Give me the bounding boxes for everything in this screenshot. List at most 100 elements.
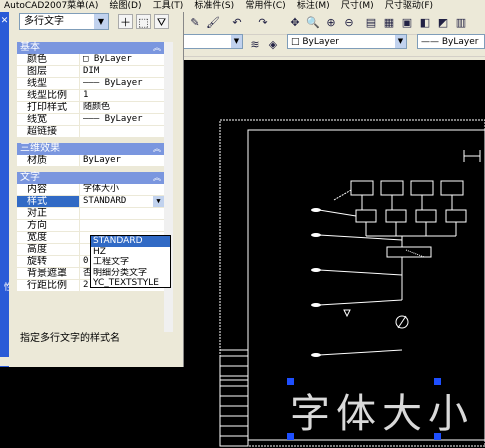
property-row-style[interactable]: 样式 STANDARD ▼ xyxy=(17,196,164,208)
menu-draw[interactable]: 绘图(D) xyxy=(106,0,146,12)
chevron-down-icon: ▼ xyxy=(395,35,406,48)
section-text-title: 文字 xyxy=(20,172,40,183)
redo-icon[interactable]: ↷ xyxy=(255,15,271,31)
dropdown-option[interactable]: STANDARD xyxy=(91,236,170,247)
property-key: 线宽 xyxy=(17,114,79,125)
menu-dimension-driven[interactable]: 尺寸驱动(F) xyxy=(381,0,437,12)
toggle-pickadd-icon[interactable]: ＋ xyxy=(118,14,133,29)
property-value: ——— ByLayer xyxy=(79,114,164,125)
property-value xyxy=(79,126,164,137)
toolbar-row-standard: ✎ 🖌 ↶ ↷ ✥ 🔍 ⊕ ⊖ ▤ ▦ ▣ ◧ ◩ ▥ xyxy=(183,12,485,35)
palette-options-icon[interactable] xyxy=(0,357,9,366)
chevron-down-icon: ▼ xyxy=(231,35,242,48)
menu-dimension[interactable]: 尺寸(M) xyxy=(337,0,378,12)
zoom-realtime-icon[interactable]: 🔍 xyxy=(305,15,321,31)
property-key: 宽度 xyxy=(17,232,79,243)
zoom-window-icon[interactable]: ⊕ xyxy=(323,15,339,31)
title-block xyxy=(219,355,249,447)
property-value: 1 xyxy=(79,90,164,101)
palette-scrollbar[interactable] xyxy=(164,42,173,332)
section-basic-title: 基本 xyxy=(20,42,40,53)
hydraulic-schematic xyxy=(318,150,481,356)
undo-icon[interactable]: ↶ xyxy=(229,15,245,31)
menu-standard-parts[interactable]: 标准件(S) xyxy=(190,0,238,12)
property-value xyxy=(79,208,164,219)
sheet-set-icon[interactable]: ◧ xyxy=(417,15,433,31)
property-row-color[interactable]: 颜色 □ ByLayer xyxy=(17,54,164,66)
property-value: 随颜色 xyxy=(79,102,164,113)
property-key: 材质 xyxy=(17,155,79,166)
calculator-icon[interactable]: ▥ xyxy=(453,15,469,31)
palette-title-bar[interactable]: ✕ 性 xyxy=(0,12,12,367)
linetype-control-value: ByLayer xyxy=(441,37,479,47)
section-3d-effects[interactable]: 三维效果 ︽ xyxy=(17,143,164,155)
pan-icon[interactable]: ✥ xyxy=(287,15,303,31)
toolbar-row-layers: ▼ ≋ ◈ □ ByLayer ▼ —— ByLayer xyxy=(183,34,485,57)
property-key: 打印样式 xyxy=(17,102,79,113)
dropdown-option[interactable]: YC_TEXTSTYLE xyxy=(91,278,170,289)
color-control-combo[interactable]: □ ByLayer ▼ xyxy=(287,34,407,49)
design-center-icon[interactable]: ▦ xyxy=(381,15,397,31)
property-value xyxy=(79,220,164,231)
collapse-icon[interactable]: ︽ xyxy=(153,42,161,54)
property-row-hyperlink[interactable]: 超链接 xyxy=(17,126,164,138)
property-value: 字体大小 xyxy=(79,184,164,195)
style-select[interactable]: STANDARD ▼ xyxy=(79,196,164,207)
property-row-direction[interactable]: 方向 xyxy=(17,220,164,232)
property-row-contents[interactable]: 内容 字体大小 xyxy=(17,184,164,196)
property-key: 线型比例 xyxy=(17,90,79,101)
property-row-material[interactable]: 材质 ByLayer xyxy=(17,155,164,167)
property-key: 图层 xyxy=(17,66,79,77)
property-row-layer[interactable]: 图层 DIM xyxy=(17,66,164,78)
section-basic[interactable]: 基本 ︽ xyxy=(17,42,164,54)
select-objects-icon[interactable]: ⬚ xyxy=(136,14,151,29)
dropdown-option[interactable]: 工程文字 xyxy=(91,257,170,268)
property-key: 高度 xyxy=(17,244,79,255)
property-value: ByLayer xyxy=(79,155,164,166)
property-value: DIM xyxy=(79,66,164,77)
pencil-icon[interactable]: ✎ xyxy=(187,15,203,31)
callout-dots xyxy=(311,208,321,357)
property-key: 内容 xyxy=(17,184,79,195)
property-key: 背景遮罩 xyxy=(17,268,79,279)
property-row-justify[interactable]: 对正 xyxy=(17,208,164,220)
properties-icon[interactable]: ▤ xyxy=(363,15,379,31)
property-value: ——— ByLayer xyxy=(79,78,164,89)
property-key: 超链接 xyxy=(17,126,79,137)
property-key: 线型 xyxy=(17,78,79,89)
property-row-lineweight[interactable]: 线宽 ——— ByLayer xyxy=(17,114,164,126)
close-icon[interactable]: ✕ xyxy=(0,16,9,26)
dropdown-option[interactable]: 明细分类文字 xyxy=(91,268,170,279)
dropdown-option[interactable]: HZ xyxy=(91,247,170,258)
menu-annotate[interactable]: 标注(M) xyxy=(293,0,334,12)
layer-combo[interactable]: ▼ xyxy=(183,34,243,49)
style-dropdown-list[interactable]: STANDARD HZ 工程文字 明细分类文字 YC_TEXTSTYLE xyxy=(90,235,171,288)
selected-mtext-object[interactable]: 字体大小 xyxy=(290,381,474,439)
section-text[interactable]: 文字 ︽ xyxy=(17,172,164,184)
zoom-previous-icon[interactable]: ⊖ xyxy=(341,15,357,31)
property-key: 行距比例 xyxy=(17,280,79,291)
linetype-control-combo[interactable]: —— ByLayer xyxy=(417,34,485,49)
property-key: 颜色 xyxy=(17,54,79,65)
property-key: 旋转 xyxy=(17,256,79,267)
property-row-linetype-scale[interactable]: 线型比例 1 xyxy=(17,90,164,102)
brush-icon[interactable]: 🖌 xyxy=(205,15,221,31)
linetype-sample: —— xyxy=(421,37,442,47)
collapse-icon[interactable]: ︽ xyxy=(153,172,161,184)
quick-select-icon[interactable]: ⛛ xyxy=(154,14,169,29)
tool-palette-icon[interactable]: ▣ xyxy=(399,15,415,31)
chevron-down-icon: ▼ xyxy=(94,14,108,29)
markup-icon[interactable]: ◩ xyxy=(435,15,451,31)
layer-previous-icon[interactable]: ≋ xyxy=(247,37,263,53)
layer-states-icon[interactable]: ◈ xyxy=(265,37,281,53)
property-row-plot-style[interactable]: 打印样式 随颜色 xyxy=(17,102,164,114)
chevron-down-icon[interactable]: ▼ xyxy=(153,196,164,207)
color-control-value: ByLayer xyxy=(302,37,339,47)
menu-common-parts[interactable]: 常用件(C) xyxy=(241,0,289,12)
object-type-select[interactable]: 多行文字 ▼ xyxy=(19,13,109,30)
collapse-icon[interactable]: ︽ xyxy=(153,143,161,155)
menu-tools[interactable]: 工具(T) xyxy=(149,0,188,12)
menu-autocad2007[interactable]: AutoCAD2007菜单(A) xyxy=(0,0,102,12)
style-select-value: STANDARD xyxy=(83,196,127,206)
property-row-linetype[interactable]: 线型 ——— ByLayer xyxy=(17,78,164,90)
